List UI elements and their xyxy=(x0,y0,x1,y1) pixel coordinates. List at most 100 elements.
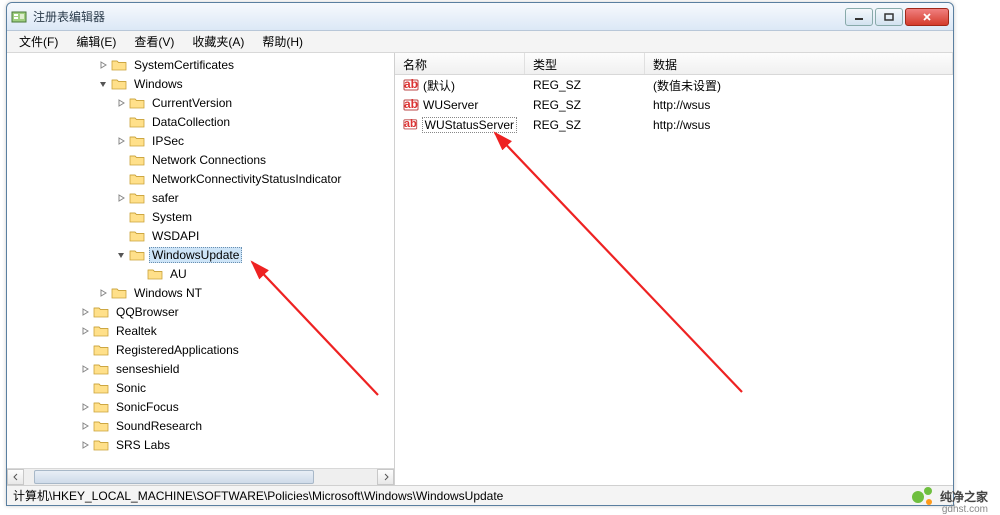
menu-view[interactable]: 查看(V) xyxy=(126,31,182,52)
menubar: 文件(F) 编辑(E) 查看(V) 收藏夹(A) 帮助(H) xyxy=(7,31,953,53)
tree-item-label: IPSec xyxy=(149,134,187,148)
regedit-window: 注册表编辑器 文件(F) 编辑(E) 查看(V) 收藏夹(A) 帮助(H) Sy… xyxy=(6,2,954,506)
chevron-right-icon[interactable] xyxy=(79,420,91,432)
folder-icon xyxy=(129,115,145,129)
value-data: (数值未设置) xyxy=(645,77,953,94)
value-type: REG_SZ xyxy=(525,78,645,92)
chevron-right-icon[interactable] xyxy=(115,135,127,147)
tree-item[interactable]: Sonic xyxy=(7,378,394,397)
tree-item[interactable]: SonicFocus xyxy=(7,397,394,416)
value-type: REG_SZ xyxy=(525,98,645,112)
tree-item[interactable]: safer xyxy=(7,188,394,207)
value-row[interactable]: ab (默认) REG_SZ(数值未设置) xyxy=(395,75,953,95)
value-row[interactable]: abWUServerREG_SZhttp://wsus xyxy=(395,95,953,115)
tree-scrollbar-horizontal[interactable] xyxy=(7,468,394,485)
column-type[interactable]: 类型 xyxy=(525,53,645,74)
tree-item-label: SystemCertificates xyxy=(131,58,237,72)
window-controls xyxy=(845,8,949,26)
chevron-right-icon[interactable] xyxy=(79,401,91,413)
chevron-down-icon[interactable] xyxy=(97,78,109,90)
value-data: http://wsus xyxy=(645,98,953,112)
tree-item-label: SoundResearch xyxy=(113,419,205,433)
folder-icon xyxy=(129,153,145,167)
value-type: REG_SZ xyxy=(525,118,645,132)
folder-icon xyxy=(111,286,127,300)
tree-item[interactable]: SRS Labs xyxy=(7,435,394,454)
tree-item[interactable]: RegisteredApplications xyxy=(7,340,394,359)
folder-icon xyxy=(93,419,109,433)
string-value-icon: ab xyxy=(403,78,419,92)
tree-item-label: WSDAPI xyxy=(149,229,202,243)
value-name: (默认) xyxy=(423,77,455,94)
tree-item[interactable]: System xyxy=(7,207,394,226)
folder-icon xyxy=(129,134,145,148)
tree-item[interactable]: Windows NT xyxy=(7,283,394,302)
folder-icon xyxy=(93,400,109,414)
chevron-right-icon[interactable] xyxy=(97,287,109,299)
chevron-right-icon[interactable] xyxy=(79,325,91,337)
scroll-right-button[interactable] xyxy=(377,469,394,485)
folder-icon xyxy=(129,191,145,205)
tree-item[interactable]: senseshield xyxy=(7,359,394,378)
values-header: 名称 类型 数据 xyxy=(395,53,953,75)
tree-item-label: QQBrowser xyxy=(113,305,182,319)
tree-item-label: SRS Labs xyxy=(113,438,173,452)
tree-item-label: DataCollection xyxy=(149,115,233,129)
chevron-right-icon[interactable] xyxy=(97,59,109,71)
titlebar[interactable]: 注册表编辑器 xyxy=(7,3,953,31)
chevron-down-icon[interactable] xyxy=(115,249,127,261)
maximize-button[interactable] xyxy=(875,8,903,26)
value-row[interactable]: abWUStatusServerREG_SZhttp://wsus xyxy=(395,115,953,135)
tree-pane: SystemCertificates WindowsCurrentVersion D… xyxy=(7,53,395,485)
value-data: http://wsus xyxy=(645,118,953,132)
minimize-button[interactable] xyxy=(845,8,873,26)
folder-icon xyxy=(93,343,109,357)
tree-item[interactable]: NetworkConnectivityStatusIndicator xyxy=(7,169,394,188)
registry-tree[interactable]: SystemCertificates WindowsCurrentVersion D… xyxy=(7,53,394,467)
folder-icon xyxy=(147,267,163,281)
tree-item[interactable]: WSDAPI xyxy=(7,226,394,245)
tree-item[interactable]: WindowsUpdate xyxy=(7,245,394,264)
tree-item-label: System xyxy=(149,210,195,224)
tree-item[interactable]: CurrentVersion xyxy=(7,93,394,112)
watermark: 纯净之家 gdhst.com xyxy=(912,485,988,507)
tree-item[interactable]: SoundResearch xyxy=(7,416,394,435)
chevron-right-icon[interactable] xyxy=(79,439,91,451)
folder-icon xyxy=(129,96,145,110)
menu-edit[interactable]: 编辑(E) xyxy=(68,31,124,52)
menu-file[interactable]: 文件(F) xyxy=(11,31,66,52)
tree-item-label: safer xyxy=(149,191,182,205)
tree-item[interactable]: IPSec xyxy=(7,131,394,150)
values-list[interactable]: ab(默认)REG_SZ(数值未设置)abWUServerREG_SZhttp:… xyxy=(395,75,953,485)
close-button[interactable] xyxy=(905,8,949,26)
tree-item-label: Network Connections xyxy=(149,153,269,167)
menu-favorites[interactable]: 收藏夹(A) xyxy=(184,31,252,52)
chevron-right-icon[interactable] xyxy=(115,192,127,204)
folder-icon xyxy=(129,210,145,224)
tree-item[interactable]: Network Connections xyxy=(7,150,394,169)
scroll-track[interactable] xyxy=(24,469,377,485)
string-value-icon: ab xyxy=(403,98,419,112)
chevron-right-icon[interactable] xyxy=(79,306,91,318)
folder-icon xyxy=(129,248,145,262)
watermark-brand: 纯净之家 xyxy=(940,490,988,504)
tree-item[interactable]: AU xyxy=(7,264,394,283)
tree-item-label: WindowsUpdate xyxy=(149,247,242,263)
tree-item-label: senseshield xyxy=(113,362,182,376)
scroll-thumb[interactable] xyxy=(34,470,314,484)
watermark-logo-icon xyxy=(912,485,934,507)
tree-item[interactable]: SystemCertificates xyxy=(7,55,394,74)
folder-icon xyxy=(93,438,109,452)
status-path: 计算机\HKEY_LOCAL_MACHINE\SOFTWARE\Policies… xyxy=(13,487,503,504)
chevron-right-icon[interactable] xyxy=(115,97,127,109)
tree-item[interactable]: DataCollection xyxy=(7,112,394,131)
folder-icon xyxy=(93,381,109,395)
column-data[interactable]: 数据 xyxy=(645,53,953,74)
scroll-left-button[interactable] xyxy=(7,469,24,485)
tree-item[interactable]: QQBrowser xyxy=(7,302,394,321)
column-name[interactable]: 名称 xyxy=(395,53,525,74)
chevron-right-icon[interactable] xyxy=(79,363,91,375)
tree-item[interactable]: Windows xyxy=(7,74,394,93)
menu-help[interactable]: 帮助(H) xyxy=(254,31,311,52)
tree-item[interactable]: Realtek xyxy=(7,321,394,340)
